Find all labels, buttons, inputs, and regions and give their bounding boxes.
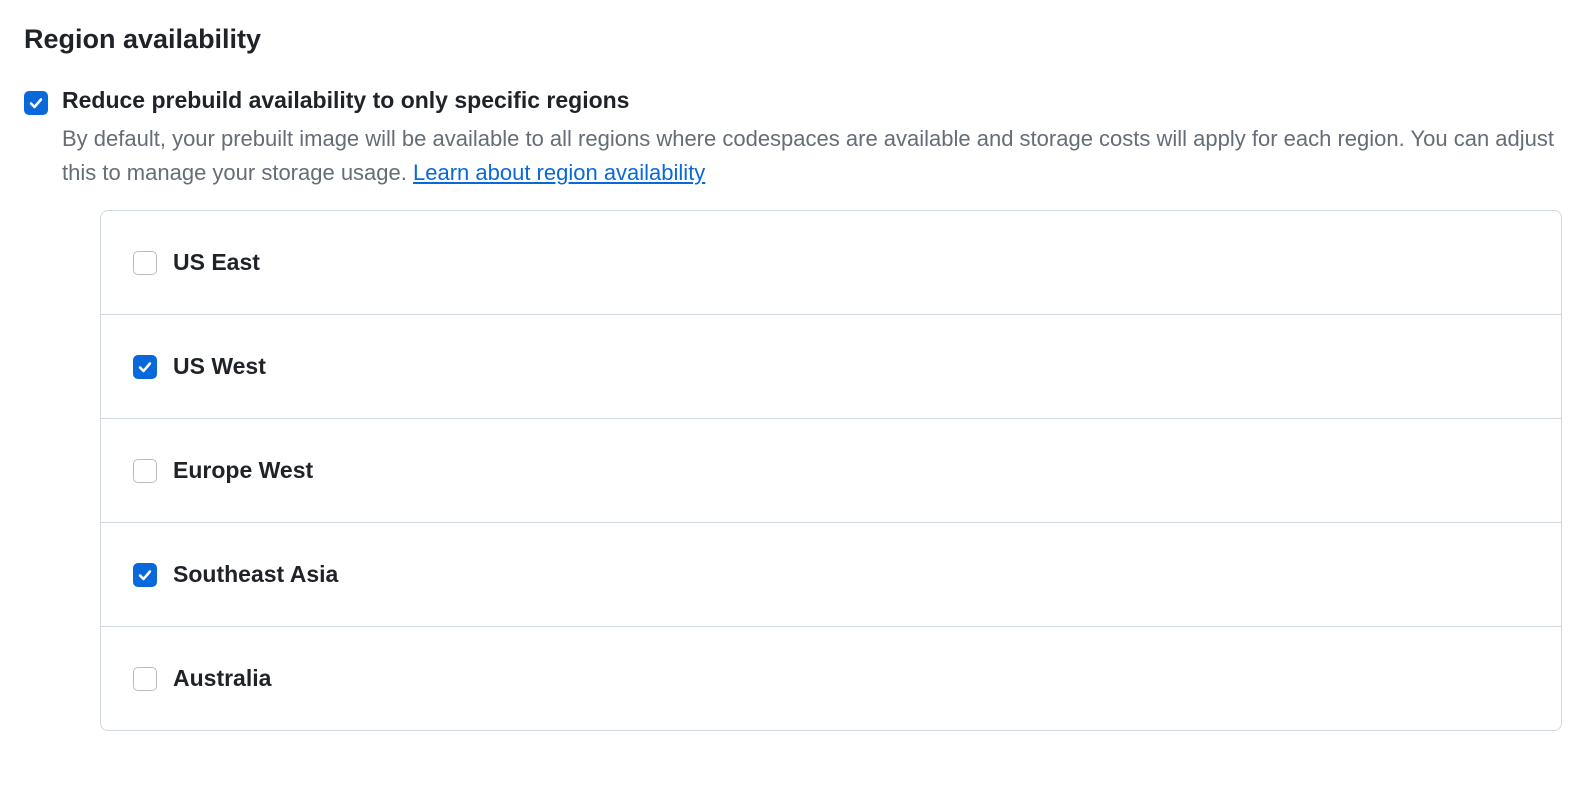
reduce-prebuild-checkbox[interactable] (24, 91, 48, 115)
region-item-australia[interactable]: Australia (101, 627, 1561, 730)
region-item-us-west[interactable]: US West (101, 315, 1561, 419)
region-item-europe-west[interactable]: Europe West (101, 419, 1561, 523)
region-label: US West (173, 353, 266, 380)
region-checkbox-us-west[interactable] (133, 355, 157, 379)
region-item-southeast-asia[interactable]: Southeast Asia (101, 523, 1561, 627)
check-icon (137, 359, 153, 375)
region-item-us-east[interactable]: US East (101, 211, 1561, 315)
region-label: Europe West (173, 457, 313, 484)
region-checkbox-europe-west[interactable] (133, 459, 157, 483)
region-label: Southeast Asia (173, 561, 338, 588)
region-checkbox-australia[interactable] (133, 667, 157, 691)
check-icon (28, 95, 44, 111)
reduce-prebuild-description: By default, your prebuilt image will be … (62, 122, 1562, 190)
section-title: Region availability (24, 24, 1562, 55)
region-label: Australia (173, 665, 271, 692)
check-icon (137, 567, 153, 583)
reduce-prebuild-label: Reduce prebuild availability to only spe… (62, 87, 1562, 114)
reduce-prebuild-option: Reduce prebuild availability to only spe… (24, 87, 1562, 731)
description-text: By default, your prebuilt image will be … (62, 126, 1554, 185)
region-checkbox-southeast-asia[interactable] (133, 563, 157, 587)
region-label: US East (173, 249, 260, 276)
learn-about-region-link[interactable]: Learn about region availability (413, 160, 705, 185)
region-checkbox-us-east[interactable] (133, 251, 157, 275)
regions-list: US East US West Europe West Southeast Asia A… (100, 210, 1562, 731)
